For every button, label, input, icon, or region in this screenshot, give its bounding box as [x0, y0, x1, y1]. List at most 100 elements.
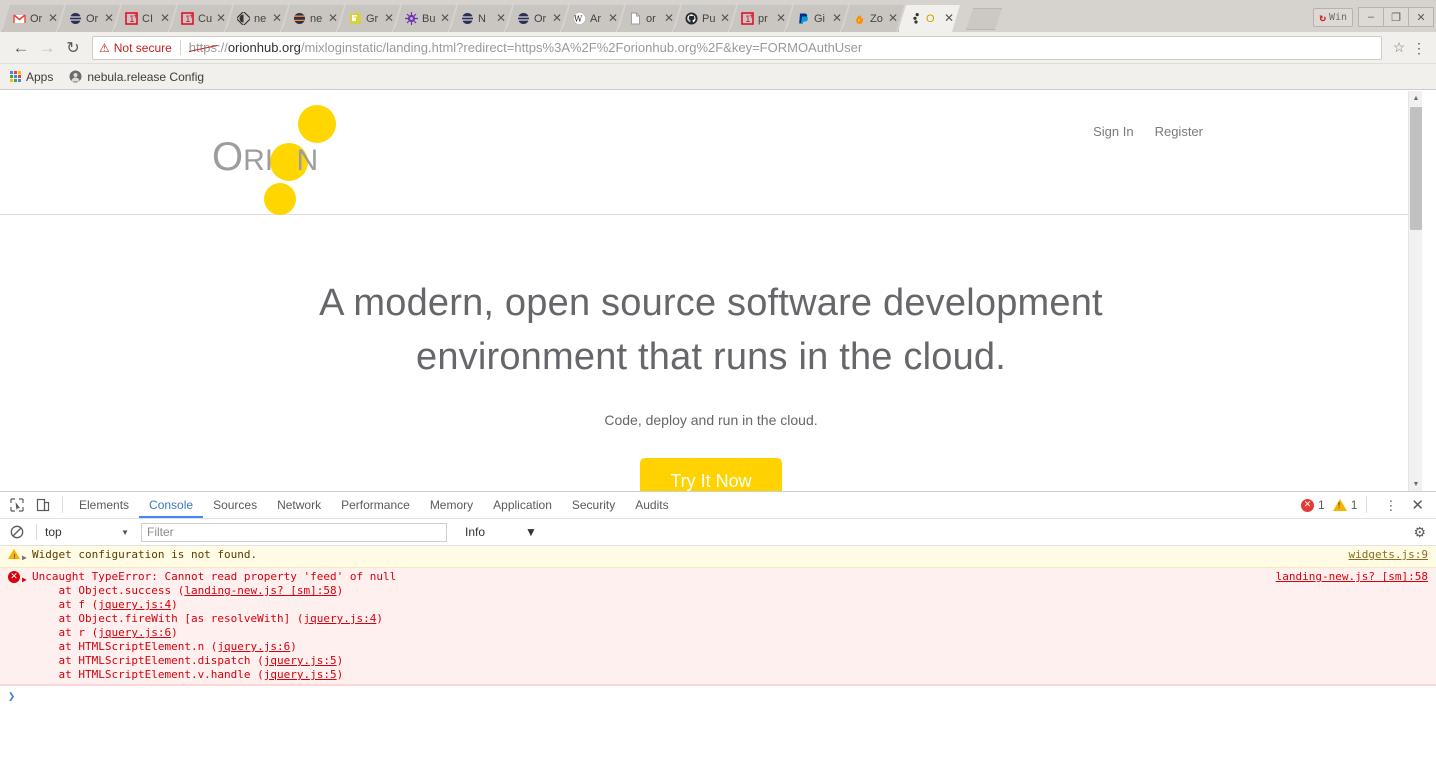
device-toolbar-icon[interactable]	[30, 493, 56, 517]
console-error-message[interactable]: ✕▶Uncaught TypeError: Cannot read proper…	[0, 568, 1436, 685]
tab-close-icon[interactable]: ✕	[102, 12, 116, 26]
tab-close-icon[interactable]: ✕	[606, 12, 620, 26]
tab-close-icon[interactable]: ✕	[438, 12, 452, 26]
address-bar[interactable]: ⚠ Not secure https://orionhub.org/mixlog…	[92, 36, 1382, 60]
tab-close-icon[interactable]: ✕	[718, 12, 732, 26]
window-badge[interactable]: ↻ Win	[1313, 8, 1353, 27]
stack-frame: at f (jquery.js:4)	[32, 598, 1436, 612]
tab-close-icon[interactable]: ✕	[886, 12, 900, 26]
browser-tab[interactable]: Bu✕	[394, 5, 456, 32]
sign-in-link[interactable]: Sign In	[1093, 124, 1133, 139]
browser-tab[interactable]: 1+Cu✕	[170, 5, 232, 32]
message-source-link[interactable]: landing-new.js? [sm]:58	[1276, 570, 1428, 584]
tab-close-icon[interactable]: ✕	[942, 12, 956, 26]
browser-tab[interactable]: Or✕	[2, 5, 64, 32]
devtools-tab-security[interactable]: Security	[562, 492, 625, 518]
browser-tab[interactable]: ne✕	[226, 5, 288, 32]
tab-close-icon[interactable]: ✕	[382, 12, 396, 26]
browser-tab[interactable]: Pu✕	[674, 5, 736, 32]
console-prompt[interactable]: ❯	[0, 685, 1436, 703]
bookmark-apps[interactable]: Apps	[10, 70, 53, 84]
tab-close-icon[interactable]: ✕	[830, 12, 844, 26]
stack-frame-link[interactable]: jquery.js:4	[304, 612, 377, 625]
forward-button[interactable]: →	[34, 35, 60, 61]
tab-close-icon[interactable]: ✕	[550, 12, 564, 26]
console-warning-message[interactable]: ▶Widget configuration is not found.widge…	[0, 546, 1436, 568]
devtools-tab-memory[interactable]: Memory	[420, 492, 483, 518]
new-tab-button[interactable]	[966, 8, 1002, 30]
stack-frame-link[interactable]: jquery.js:6	[217, 640, 290, 653]
tab-close-icon[interactable]: ✕	[214, 12, 228, 26]
browser-tab[interactable]: Or✕	[58, 5, 120, 32]
devtools-tab-performance[interactable]: Performance	[331, 492, 420, 518]
message-source-link[interactable]: widgets.js:9	[1349, 548, 1428, 562]
inspect-element-icon[interactable]	[4, 493, 30, 517]
browser-tab[interactable]: N✕	[450, 5, 512, 32]
register-link[interactable]: Register	[1155, 124, 1203, 139]
warning-count-badge[interactable]: 1	[1333, 498, 1358, 512]
browser-tab-active[interactable]: O✕	[898, 5, 960, 32]
execution-context-select[interactable]: top ▼	[45, 525, 135, 539]
devtools-tab-console[interactable]: Console	[139, 492, 203, 518]
url-path: /mixloginstatic/landing.html?redirect=ht…	[301, 40, 862, 55]
nebula-icon	[69, 70, 82, 83]
browser-tab[interactable]: Gi✕	[786, 5, 848, 32]
tab-close-icon[interactable]: ✕	[158, 12, 172, 26]
browser-tab[interactable]: 1+pr✕	[730, 5, 792, 32]
stack-frame-link[interactable]: jquery.js:5	[264, 668, 337, 681]
clear-console-icon[interactable]	[6, 525, 28, 539]
browser-tab[interactable]: WAr✕	[562, 5, 624, 32]
stack-frame-suffix: )	[337, 584, 344, 597]
expand-arrow-icon[interactable]: ▶	[22, 570, 32, 682]
scroll-up-arrow-icon[interactable]: ▲	[1409, 91, 1423, 105]
error-count-badge[interactable]: ✕ 1	[1301, 498, 1325, 512]
browser-tab[interactable]: Gr✕	[338, 5, 400, 32]
page-scrollbar[interactable]: ▲ ▼	[1408, 91, 1422, 491]
scroll-down-arrow-icon[interactable]: ▼	[1409, 477, 1423, 491]
log-level-select[interactable]: Info ▼	[465, 525, 537, 539]
browser-tab[interactable]: Or✕	[506, 5, 568, 32]
devtools-tab-application[interactable]: Application	[483, 492, 562, 518]
tab-label: or	[646, 13, 662, 25]
tab-close-icon[interactable]: ✕	[494, 12, 508, 26]
paypal-icon	[796, 12, 810, 26]
bookmark-nebula-release-config[interactable]: nebula.release Config	[69, 70, 204, 84]
stack-frame-link[interactable]: jquery.js:5	[264, 654, 337, 667]
stack-frame-link[interactable]: jquery.js:6	[98, 626, 171, 639]
browser-tab[interactable]: or✕	[618, 5, 680, 32]
security-indicator[interactable]: ⚠ Not secure	[99, 41, 172, 55]
tab-close-icon[interactable]: ✕	[46, 12, 60, 26]
bookmark-star-icon[interactable]: ☆	[1388, 39, 1410, 56]
back-button[interactable]: ←	[8, 35, 34, 61]
log-level-value: Info	[465, 525, 485, 539]
devtools-tab-elements[interactable]: Elements	[69, 492, 139, 518]
devtools-tab-network[interactable]: Network	[267, 492, 331, 518]
devtools-tab-audits[interactable]: Audits	[625, 492, 678, 518]
stack-frame-link[interactable]: landing-new.js? [sm]:58	[184, 584, 336, 597]
tab-close-icon[interactable]: ✕	[270, 12, 284, 26]
gear-icon[interactable]: ⚙	[1413, 524, 1428, 541]
try-it-now-button[interactable]: Try It Now	[640, 458, 782, 491]
reload-button[interactable]: ↻	[60, 35, 86, 61]
stack-frame-link[interactable]: jquery.js:4	[98, 598, 171, 611]
expand-arrow-icon[interactable]: ▶	[22, 548, 32, 565]
devtools-tab-sources[interactable]: Sources	[203, 492, 267, 518]
maximize-button[interactable]: ❐	[1383, 7, 1409, 27]
close-window-button[interactable]: ✕	[1408, 7, 1434, 27]
stack-frame-text: at Object.fireWith [as resolveWith] (	[32, 612, 304, 625]
console-filter-input[interactable]: Filter	[141, 523, 447, 542]
devtools-more-button[interactable]: ⋮	[1376, 501, 1405, 510]
close-icon: ✕	[1416, 11, 1425, 24]
tab-close-icon[interactable]: ✕	[326, 12, 340, 26]
scrollbar-thumb[interactable]	[1410, 107, 1422, 230]
chrome-menu-button[interactable]: ⋮	[1410, 43, 1428, 53]
tab-close-icon[interactable]: ✕	[774, 12, 788, 26]
browser-tab[interactable]: 1+CI✕	[114, 5, 176, 32]
stack-frame-suffix: )	[337, 668, 344, 681]
minimize-button[interactable]: –	[1358, 7, 1384, 27]
orion-logo[interactable]: ORION	[212, 105, 352, 201]
tab-close-icon[interactable]: ✕	[662, 12, 676, 26]
browser-tab[interactable]: Zo✕	[842, 5, 904, 32]
browser-tab[interactable]: ne✕	[282, 5, 344, 32]
devtools-close-button[interactable]: ✕	[1405, 496, 1428, 514]
